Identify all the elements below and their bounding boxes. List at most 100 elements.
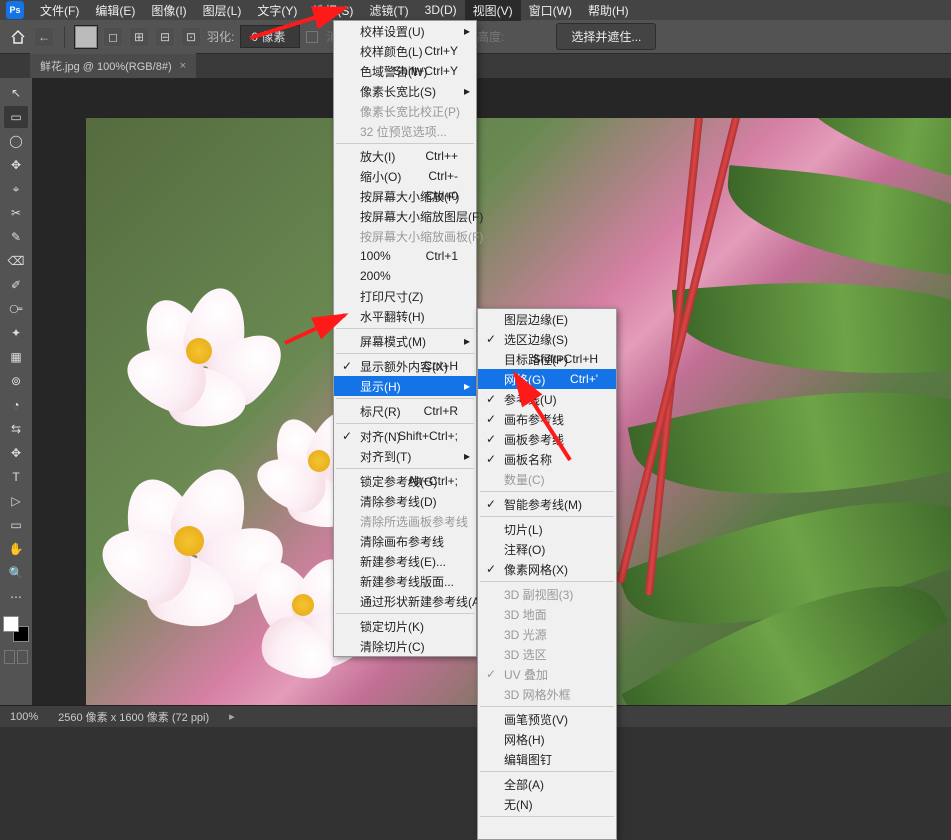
more-tools[interactable]: ⋯ xyxy=(4,586,28,608)
selection-intersect-icon[interactable]: ⊡ xyxy=(181,27,201,47)
foreground-color[interactable] xyxy=(3,616,19,632)
eyedropper-tool[interactable]: ✎ xyxy=(4,226,28,248)
show-menu-item[interactable]: 编辑图钉 xyxy=(478,749,616,769)
document-tab[interactable]: 鲜花.jpg @ 100%(RGB/8#) × xyxy=(30,53,196,78)
menu-item-label: 切片(L) xyxy=(504,521,543,538)
view-menu-item[interactable]: ✓对齐(N)Shift+Ctrl+; xyxy=(334,426,476,446)
move-tool[interactable]: ↖ xyxy=(4,82,28,104)
home-icon[interactable] xyxy=(8,27,28,47)
menu-select[interactable]: 选择(S) xyxy=(305,0,361,21)
view-menu-item[interactable]: 锁定切片(K) xyxy=(334,616,476,636)
view-menu-item[interactable]: 清除切片(C) xyxy=(334,636,476,656)
view-menu-item[interactable]: 新建参考线版面... xyxy=(334,571,476,591)
menu-edit[interactable]: 编辑(E) xyxy=(87,0,143,21)
menu-item-label: 锁定切片(K) xyxy=(360,618,424,635)
view-menu-item[interactable]: 200% xyxy=(334,266,476,286)
menu-view[interactable]: 视图(V) xyxy=(465,0,521,21)
menu-3d[interactable]: 3D(D) xyxy=(417,1,465,19)
menu-window[interactable]: 窗口(W) xyxy=(521,0,580,21)
menu-filter[interactable]: 滤镜(T) xyxy=(361,0,416,21)
show-menu-item[interactable]: 无(N) xyxy=(478,794,616,814)
show-menu-item[interactable]: ✓选区边缘(S) xyxy=(478,329,616,349)
view-menu-item[interactable]: ✓显示额外内容(X)Ctrl+H xyxy=(334,356,476,376)
view-menu-item[interactable]: 新建参考线(E)... xyxy=(334,551,476,571)
view-menu-item[interactable]: 色域警告(W)Shift+Ctrl+Y xyxy=(334,61,476,81)
view-menu-item[interactable]: 对齐到(T)▸ xyxy=(334,446,476,466)
selection-new-icon[interactable]: ◻ xyxy=(103,27,123,47)
view-menu-item[interactable]: 缩小(O)Ctrl+- xyxy=(334,166,476,186)
view-menu-item[interactable]: 打印尺寸(Z) xyxy=(334,286,476,306)
crop-tool[interactable]: ⌖ xyxy=(4,178,28,200)
menu-item-label: 像素网格(X) xyxy=(504,561,568,578)
pen-tool[interactable]: ✥ xyxy=(4,442,28,464)
status-doc-info[interactable]: 2560 像素 x 1600 像素 (72 ppi) xyxy=(58,709,209,725)
show-menu-item[interactable]: 全部(A) xyxy=(478,774,616,794)
lasso-tool[interactable]: ◯ xyxy=(4,130,28,152)
history-brush-tool[interactable]: ✦ xyxy=(4,322,28,344)
show-menu-item[interactable]: 注释(O) xyxy=(478,539,616,559)
show-menu-item[interactable]: ✓画板名称 xyxy=(478,449,616,469)
show-menu-item[interactable]: 网格(H) xyxy=(478,729,616,749)
show-menu-item[interactable]: ✓画板参考线 xyxy=(478,429,616,449)
healing-tool[interactable]: ⌫ xyxy=(4,250,28,272)
view-menu-item[interactable]: 按屏幕大小缩放图层(F) xyxy=(334,206,476,226)
app-icon[interactable]: Ps xyxy=(6,1,24,19)
zoom-tool[interactable]: 🔍 xyxy=(4,562,28,584)
view-menu-item[interactable]: 像素长宽比(S)▸ xyxy=(334,81,476,101)
show-menu-item[interactable]: ✓画布参考线 xyxy=(478,409,616,429)
view-menu-item[interactable]: 校样设置(U)▸ xyxy=(334,21,476,41)
show-menu-item[interactable]: 切片(L) xyxy=(478,519,616,539)
view-menu-item[interactable]: 放大(I)Ctrl++ xyxy=(334,146,476,166)
menu-type[interactable]: 文字(Y) xyxy=(249,0,305,21)
close-icon[interactable]: × xyxy=(180,60,186,72)
show-menu-item[interactable]: 网格(G)Ctrl+' xyxy=(478,369,616,389)
view-menu-item[interactable]: 清除参考线(D) xyxy=(334,491,476,511)
menu-file[interactable]: 文件(F) xyxy=(32,0,87,21)
show-menu-item[interactable]: 图层边缘(E) xyxy=(478,309,616,329)
show-menu-item[interactable]: ✓参考线(U) xyxy=(478,389,616,409)
dodge-tool[interactable]: ⇆ xyxy=(4,418,28,440)
shape-tool[interactable]: ▭ xyxy=(4,514,28,536)
view-menu-item[interactable]: 100%Ctrl+1 xyxy=(334,246,476,266)
frame-tool[interactable]: ✂ xyxy=(4,202,28,224)
view-menu-item[interactable]: 水平翻转(H) xyxy=(334,306,476,326)
marquee-tool[interactable]: ▭ xyxy=(4,106,28,128)
view-menu-item[interactable]: 标尺(R)Ctrl+R xyxy=(334,401,476,421)
tool-preset[interactable] xyxy=(75,26,97,48)
show-menu-item[interactable]: ✓智能参考线(M) xyxy=(478,494,616,514)
status-chevron-icon[interactable]: ▸ xyxy=(229,710,235,723)
menu-image[interactable]: 图像(I) xyxy=(143,0,194,21)
shortcut-label: Ctrl+- xyxy=(428,169,458,183)
view-menu-item[interactable]: 按屏幕大小缩放(F)Ctrl+0 xyxy=(334,186,476,206)
show-menu-item[interactable]: 目标路径(P)Shift+Ctrl+H xyxy=(478,349,616,369)
stamp-tool[interactable]: ⧃ xyxy=(4,298,28,320)
back-icon[interactable]: ← xyxy=(34,27,54,47)
gradient-tool[interactable]: ⊚ xyxy=(4,370,28,392)
hand-tool[interactable]: ✋ xyxy=(4,538,28,560)
path-select-tool[interactable]: ▷ xyxy=(4,490,28,512)
menu-help[interactable]: 帮助(H) xyxy=(580,0,637,21)
view-menu-item[interactable]: 清除画布参考线 xyxy=(334,531,476,551)
show-menu-item xyxy=(478,819,616,839)
eraser-tool[interactable]: ▦ xyxy=(4,346,28,368)
selection-subtract-icon[interactable]: ⊟ xyxy=(155,27,175,47)
view-menu-item[interactable]: 屏幕模式(M)▸ xyxy=(334,331,476,351)
show-menu-item[interactable]: ✓像素网格(X) xyxy=(478,559,616,579)
view-menu-item[interactable]: 校样颜色(L)Ctrl+Y xyxy=(334,41,476,61)
select-and-mask-button[interactable]: 选择并遮住... xyxy=(556,23,656,50)
brush-tool[interactable]: ✐ xyxy=(4,274,28,296)
show-menu-item[interactable]: 画笔预览(V) xyxy=(478,709,616,729)
color-swatches[interactable] xyxy=(3,616,29,642)
view-menu-item[interactable]: 锁定参考线(G)Alt+Ctrl+; xyxy=(334,471,476,491)
view-menu-item[interactable]: 显示(H)▸ xyxy=(334,376,476,396)
blur-tool[interactable]: ◔ xyxy=(4,394,28,416)
selection-add-icon[interactable]: ⊞ xyxy=(129,27,149,47)
status-zoom[interactable]: 100% xyxy=(10,711,38,723)
shortcut-label: Ctrl++ xyxy=(425,149,458,163)
quick-select-tool[interactable]: ✥ xyxy=(4,154,28,176)
view-menu-item[interactable]: 通过形状新建参考线(A) xyxy=(334,591,476,611)
quick-mask-toggle[interactable] xyxy=(4,650,28,664)
feather-input[interactable]: 0 像素 xyxy=(240,25,300,48)
type-tool[interactable]: T xyxy=(4,466,28,488)
menu-layer[interactable]: 图层(L) xyxy=(195,0,250,21)
